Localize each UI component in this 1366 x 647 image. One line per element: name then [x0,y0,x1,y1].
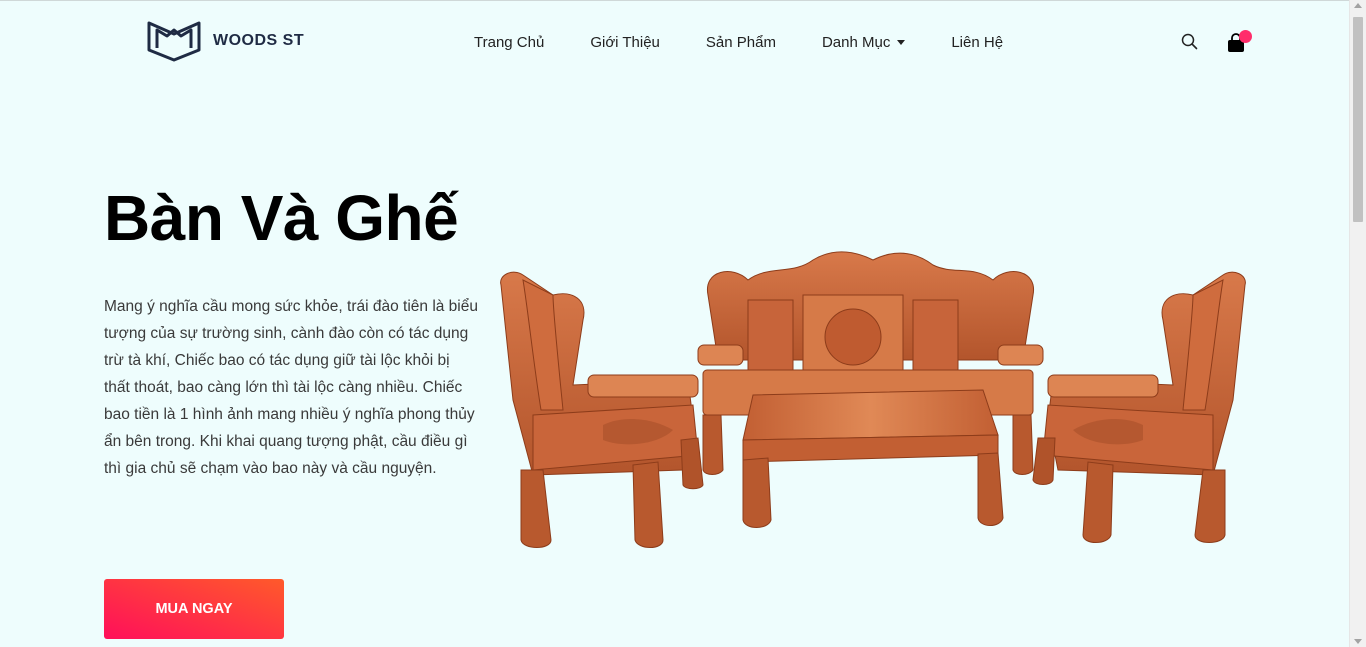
caret-down-icon [897,40,906,45]
brand-name: WOODS ST [213,32,305,49]
scroll-up-arrow-icon[interactable] [1354,3,1362,8]
coffee-table [742,389,1004,528]
nav-item-contact[interactable]: Liên Hệ [951,34,1003,51]
scrollbar-thumb[interactable] [1353,17,1363,222]
page-scrollbar[interactable] [1349,0,1366,647]
nav-item-products[interactable]: Sản Phẩm [706,34,776,51]
brand-logo[interactable]: WOODS ST [147,20,304,62]
search-icon[interactable] [1181,33,1198,50]
logo-icon [147,21,201,62]
left-armchair [500,271,704,548]
hero-description: Mang ý nghĩa cầu mong sức khỏe, trái đào… [104,298,478,477]
nav-item-home[interactable]: Trang Chủ [474,34,544,51]
hero-title: Bàn Và Ghế [104,182,459,254]
nav-item-categories[interactable]: Danh Mục [821,34,906,51]
nav-item-about[interactable]: Giới Thiệu [590,34,660,51]
nav-item-categories-label: Danh Mục [821,34,891,51]
scroll-down-arrow-icon[interactable] [1354,639,1362,644]
buy-now-button[interactable]: MUA NGAY [104,579,284,639]
right-armchair [1032,271,1246,543]
furniture-set-image [500,251,1246,548]
cart-count-badge [1239,30,1252,43]
window-top-border [0,0,1349,1]
main-nav: Trang Chủ Giới Thiệu Sản Phẩm Danh Mục L… [474,34,1003,51]
